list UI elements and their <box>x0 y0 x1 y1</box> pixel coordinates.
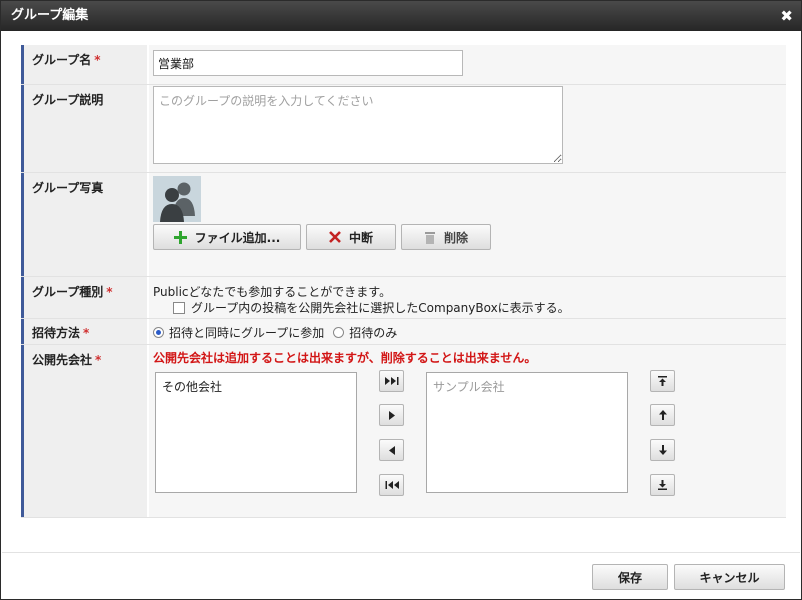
label-public-companies: 公開先会社 * <box>21 345 147 517</box>
required-mark: * <box>95 353 102 367</box>
save-button[interactable]: 保存 <box>592 564 668 590</box>
row-group-type: グループ種別 * Publicどなたでも参加することができます。 グループ内の投稿… <box>21 277 786 319</box>
remove-all-button[interactable] <box>379 474 404 496</box>
available-companies-list[interactable]: その他会社 <box>155 372 357 493</box>
label-group-photo: グループ写真 <box>21 173 147 276</box>
value-public-companies: 公開先会社は追加することは出来ますが、削除することは出来ません。 その他会社 サ… <box>149 345 786 517</box>
dialog-title: グループ編集 <box>11 8 89 23</box>
row-group-description: グループ説明 <box>21 85 786 173</box>
label-group-description: グループ説明 <box>21 85 147 172</box>
move-down-button[interactable] <box>650 439 675 461</box>
group-description-textarea[interactable] <box>153 86 563 164</box>
row-group-photo: グループ写真 ファイル追加... 中断 削除 <box>21 173 786 277</box>
move-bottom-button[interactable] <box>650 474 675 496</box>
selected-companies-list[interactable]: サンプル会社 <box>426 372 628 493</box>
add-file-button[interactable]: ファイル追加... <box>153 224 301 250</box>
add-selected-button[interactable] <box>379 404 404 426</box>
label-invite-method: 招待方法 * <box>21 319 147 344</box>
required-mark: * <box>94 53 101 67</box>
invite-only-radio[interactable] <box>333 327 345 338</box>
group-type-description: Publicどなたでも参加することができます。 <box>153 285 392 299</box>
list-item[interactable]: サンプル会社 <box>433 378 621 395</box>
show-in-companybox-option[interactable]: グループ内の投稿を公開先会社に選択したCompanyBoxに表示する。 <box>173 299 570 316</box>
double-arrow-left-icon <box>385 481 399 489</box>
invite-join-radio[interactable] <box>153 327 164 338</box>
label-group-name: グループ名 * <box>21 45 147 84</box>
arrow-down-icon <box>658 445 667 455</box>
group-people-icon <box>160 182 195 222</box>
list-item[interactable]: その他会社 <box>162 378 350 395</box>
show-in-companybox-checkbox[interactable] <box>173 301 185 314</box>
move-top-icon <box>658 376 667 386</box>
arrow-right-icon <box>388 410 395 420</box>
abort-button[interactable]: 中断 <box>306 224 396 250</box>
delete-photo-button[interactable]: 削除 <box>401 224 491 250</box>
group-photo-avatar <box>153 176 201 222</box>
invite-join-label: 招待と同時にグループに参加 <box>169 326 325 340</box>
close-icon[interactable]: ✖ <box>780 1 793 31</box>
trash-icon <box>424 231 436 244</box>
move-bottom-icon <box>658 480 667 490</box>
remove-selected-button[interactable] <box>379 439 404 461</box>
arrow-left-icon <box>388 445 395 455</box>
invite-only-label: 招待のみ <box>349 326 398 340</box>
value-group-description <box>149 85 786 172</box>
group-edit-dialog: グループ編集 ✖ グループ名* グループ説明 グループ写真 <box>0 0 802 600</box>
label-group-type: グループ種別 * <box>21 277 147 318</box>
row-public-companies: 公開先会社 * 公開先会社は追加することは出来ますが、削除することは出来ません。 … <box>21 345 786 518</box>
value-group-name <box>149 45 786 84</box>
plus-icon <box>173 230 187 244</box>
add-all-button[interactable] <box>379 370 404 392</box>
arrow-up-icon <box>658 410 667 420</box>
cancel-button[interactable]: キャンセル <box>674 564 785 590</box>
value-group-photo: ファイル追加... 中断 削除 <box>149 173 786 276</box>
group-name-input[interactable] <box>153 50 463 76</box>
footer-divider <box>2 552 800 553</box>
required-mark: * <box>83 326 90 340</box>
move-top-button[interactable] <box>650 370 675 392</box>
row-group-name: グループ名 * <box>21 45 786 85</box>
dialog-titlebar: グループ編集 ✖ <box>1 1 801 31</box>
double-arrow-right-icon <box>384 377 398 385</box>
value-group-type: Publicどなたでも参加することができます。 グループ内の投稿を公開先会社に選… <box>149 277 786 318</box>
value-invite-method: 招待と同時にグループに参加 招待のみ <box>149 319 786 344</box>
cross-icon <box>329 231 341 243</box>
required-mark: * <box>106 285 113 299</box>
row-invite-method: 招待方法 * 招待と同時にグループに参加 招待のみ <box>21 319 786 345</box>
companies-warning: 公開先会社は追加することは出来ますが、削除することは出来ません。 <box>153 351 537 365</box>
move-up-button[interactable] <box>650 404 675 426</box>
